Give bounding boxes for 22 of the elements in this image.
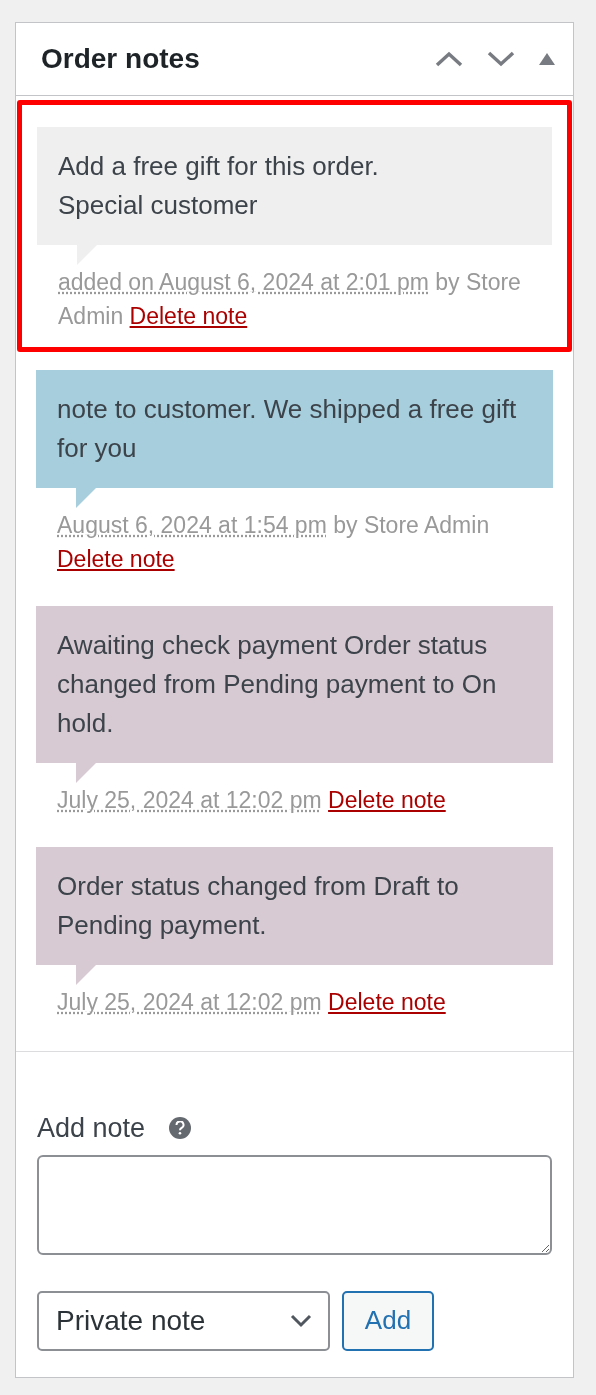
panel-title: Order notes (41, 42, 200, 76)
note-type-select[interactable]: Private note (37, 1290, 330, 1351)
note-meta: July 25, 2024 at 12:02 pm Delete note (57, 786, 447, 815)
note-text: note to customer. We shipped a free gift for you (57, 393, 518, 465)
triangle-up-icon[interactable] (539, 53, 555, 65)
delete-note-link[interactable]: Delete note (129, 303, 248, 329)
add-button[interactable]: Add (342, 1290, 434, 1351)
help-icon[interactable] (169, 1117, 192, 1140)
delete-note-link[interactable]: Delete note (57, 546, 175, 572)
note-text: Add a free gift for this order. Special customer (58, 150, 380, 222)
note-meta: July 25, 2024 at 12:02 pm Delete note (57, 988, 447, 1017)
delete-note-link[interactable]: Delete note (328, 989, 446, 1015)
note-meta: added on August 6, 2024 at 2:01 pm by Store Admin Delete note (58, 268, 522, 331)
chevron-up-icon[interactable] (435, 51, 463, 67)
note-text: Awaiting check payment Order status changed from Pending payment to On hold. (57, 629, 498, 740)
note-text: Order status changed from Draft to Pending payment. (57, 870, 460, 942)
add-note-label: Add note (37, 1112, 146, 1145)
chevron-down-icon[interactable] (487, 51, 515, 67)
note-meta: August 6, 2024 at 1:54 pm by Store Admin Delete note (57, 511, 491, 574)
note-input-field[interactable] (37, 1154, 552, 1255)
chevron-down-icon (290, 1313, 312, 1328)
delete-note-link[interactable]: Delete note (328, 787, 446, 813)
